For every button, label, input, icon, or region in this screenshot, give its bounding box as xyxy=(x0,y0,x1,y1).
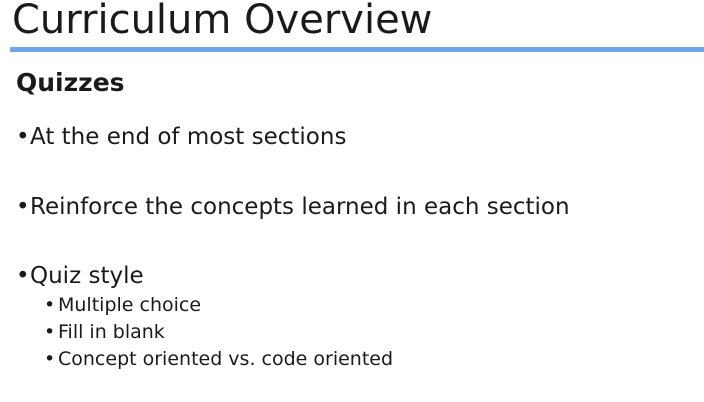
bullet-dot-icon: • xyxy=(16,194,30,220)
bullet-text: Reinforce the concepts learned in each s… xyxy=(30,194,570,220)
bullet-dot-icon: • xyxy=(44,348,56,370)
bullet-item: • Reinforce the concepts learned in each… xyxy=(16,192,570,222)
sub-bullet-item: • Concept oriented vs. code oriented xyxy=(44,346,393,372)
sub-bullet-item: • Multiple choice xyxy=(44,292,201,318)
title-underline xyxy=(10,47,704,52)
slide-subtitle: Quizzes xyxy=(16,68,125,97)
bullet-item: • At the end of most sections xyxy=(16,122,346,152)
slide: Curriculum Overview Quizzes • At the end… xyxy=(0,0,704,402)
sub-bullet-text: Concept oriented vs. code oriented xyxy=(58,348,394,370)
bullet-dot-icon: • xyxy=(44,294,56,316)
sub-bullet-text: Fill in blank xyxy=(58,321,165,343)
bullet-text: At the end of most sections xyxy=(30,124,347,150)
sub-bullet-item: • Fill in blank xyxy=(44,319,165,345)
bullet-dot-icon: • xyxy=(16,263,30,289)
sub-bullet-text: Multiple choice xyxy=(58,294,202,316)
bullet-text: Quiz style xyxy=(30,263,144,289)
bullet-dot-icon: • xyxy=(16,124,30,150)
bullet-dot-icon: • xyxy=(44,321,56,343)
bullet-item: • Quiz style xyxy=(16,261,144,291)
slide-title: Curriculum Overview xyxy=(12,0,433,43)
